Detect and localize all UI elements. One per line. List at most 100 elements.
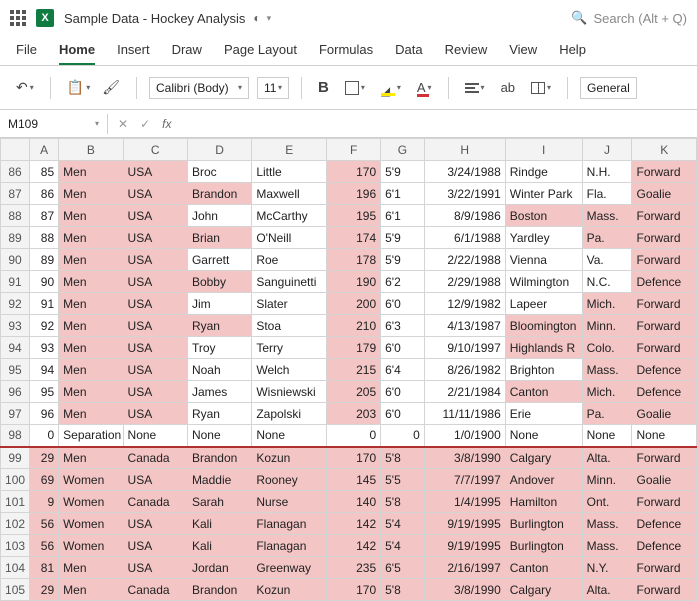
- cell[interactable]: 0: [30, 425, 59, 447]
- tab-help[interactable]: Help: [559, 42, 586, 65]
- cell[interactable]: Forward: [632, 337, 697, 359]
- number-format-select[interactable]: General: [580, 77, 637, 99]
- cell[interactable]: Forward: [632, 491, 697, 513]
- bold-button[interactable]: B: [314, 76, 333, 99]
- cell[interactable]: Winter Park: [505, 183, 582, 205]
- cell[interactable]: 235: [327, 557, 381, 579]
- row-header[interactable]: 101: [1, 491, 30, 513]
- cell[interactable]: Mass.: [582, 359, 632, 381]
- cell[interactable]: 29: [30, 447, 59, 469]
- merge-button[interactable]: ▾: [527, 79, 555, 97]
- cell[interactable]: 88: [30, 227, 59, 249]
- cell[interactable]: Separation: [59, 425, 123, 447]
- tab-formulas[interactable]: Formulas: [319, 42, 373, 65]
- cell[interactable]: 2/21/1984: [424, 381, 505, 403]
- cell[interactable]: Canada: [123, 447, 187, 469]
- cell[interactable]: 5'9: [381, 249, 425, 271]
- cell[interactable]: USA: [123, 183, 187, 205]
- cell[interactable]: 12/9/1982: [424, 293, 505, 315]
- cell[interactable]: 142: [327, 535, 381, 557]
- cell[interactable]: N.H.: [582, 161, 632, 183]
- cell[interactable]: Brandon: [187, 579, 251, 601]
- cell[interactable]: Vienna: [505, 249, 582, 271]
- sensitivity-icon[interactable]: ◐: [253, 11, 260, 25]
- cell[interactable]: Canton: [505, 557, 582, 579]
- cell[interactable]: N.Y.: [582, 557, 632, 579]
- cell[interactable]: 5'9: [381, 227, 425, 249]
- cell[interactable]: 8/9/1986: [424, 205, 505, 227]
- cell[interactable]: Women: [59, 469, 123, 491]
- cell[interactable]: Men: [59, 205, 123, 227]
- cell[interactable]: 5'9: [381, 161, 425, 183]
- cell[interactable]: 89: [30, 249, 59, 271]
- cell[interactable]: 6'3: [381, 315, 425, 337]
- cell[interactable]: 203: [327, 403, 381, 425]
- cell[interactable]: Roe: [252, 249, 327, 271]
- select-all-corner[interactable]: [1, 139, 30, 161]
- app-launcher-icon[interactable]: [10, 10, 26, 26]
- cell[interactable]: Forward: [632, 447, 697, 469]
- format-painter-button[interactable]: 🖌: [98, 76, 124, 99]
- cell[interactable]: James: [187, 381, 251, 403]
- cell[interactable]: Slater: [252, 293, 327, 315]
- cell[interactable]: Mass.: [582, 205, 632, 227]
- cell[interactable]: 1/0/1900: [424, 425, 505, 447]
- cell[interactable]: 190: [327, 271, 381, 293]
- row-header[interactable]: 95: [1, 359, 30, 381]
- name-box[interactable]: M109▾: [0, 114, 108, 134]
- tab-data[interactable]: Data: [395, 42, 422, 65]
- cell[interactable]: Men: [59, 161, 123, 183]
- cell[interactable]: 170: [327, 447, 381, 469]
- cell[interactable]: Canada: [123, 579, 187, 601]
- cell[interactable]: Yardley: [505, 227, 582, 249]
- cell[interactable]: Terry: [252, 337, 327, 359]
- cell[interactable]: 11/11/1986: [424, 403, 505, 425]
- cell[interactable]: USA: [123, 513, 187, 535]
- row-header[interactable]: 97: [1, 403, 30, 425]
- row-header[interactable]: 86: [1, 161, 30, 183]
- cell[interactable]: 86: [30, 183, 59, 205]
- cell[interactable]: Brandon: [187, 447, 251, 469]
- cell[interactable]: Ont.: [582, 491, 632, 513]
- cell[interactable]: None: [123, 425, 187, 447]
- cell[interactable]: Forward: [632, 227, 697, 249]
- cell[interactable]: Mich.: [582, 381, 632, 403]
- cell[interactable]: Men: [59, 403, 123, 425]
- cell[interactable]: Goalie: [632, 469, 697, 491]
- search-box[interactable]: 🔍 Search (Alt + Q): [571, 10, 687, 26]
- cell[interactable]: USA: [123, 557, 187, 579]
- cell[interactable]: 5'8: [381, 447, 425, 469]
- cell[interactable]: 0: [381, 425, 425, 447]
- cell[interactable]: Canton: [505, 381, 582, 403]
- tab-review[interactable]: Review: [445, 42, 488, 65]
- cell[interactable]: Men: [59, 315, 123, 337]
- cell[interactable]: Men: [59, 359, 123, 381]
- cell[interactable]: Brandon: [187, 183, 251, 205]
- cell[interactable]: Forward: [632, 249, 697, 271]
- cell[interactable]: Flanagan: [252, 513, 327, 535]
- col-header-G[interactable]: G: [381, 139, 425, 161]
- row-header[interactable]: 103: [1, 535, 30, 557]
- cell[interactable]: 93: [30, 337, 59, 359]
- cell[interactable]: Colo.: [582, 337, 632, 359]
- cell[interactable]: Mass.: [582, 513, 632, 535]
- cell[interactable]: Wilmington: [505, 271, 582, 293]
- col-header-F[interactable]: F: [327, 139, 381, 161]
- row-header[interactable]: 94: [1, 337, 30, 359]
- cell[interactable]: Men: [59, 249, 123, 271]
- cell[interactable]: 6'4: [381, 359, 425, 381]
- cell[interactable]: 0: [327, 425, 381, 447]
- tab-home[interactable]: Home: [59, 42, 95, 65]
- cell[interactable]: 91: [30, 293, 59, 315]
- cell[interactable]: USA: [123, 227, 187, 249]
- cell[interactable]: None: [187, 425, 251, 447]
- cell[interactable]: Kozun: [252, 579, 327, 601]
- cell[interactable]: Fla.: [582, 183, 632, 205]
- font-select[interactable]: Calibri (Body)▾: [149, 77, 249, 99]
- cell[interactable]: USA: [123, 381, 187, 403]
- undo-button[interactable]: ↶▾: [12, 76, 38, 99]
- cell[interactable]: 3/22/1991: [424, 183, 505, 205]
- cell[interactable]: 142: [327, 513, 381, 535]
- title-caret-icon[interactable]: ▾: [267, 13, 272, 24]
- tab-view[interactable]: View: [509, 42, 537, 65]
